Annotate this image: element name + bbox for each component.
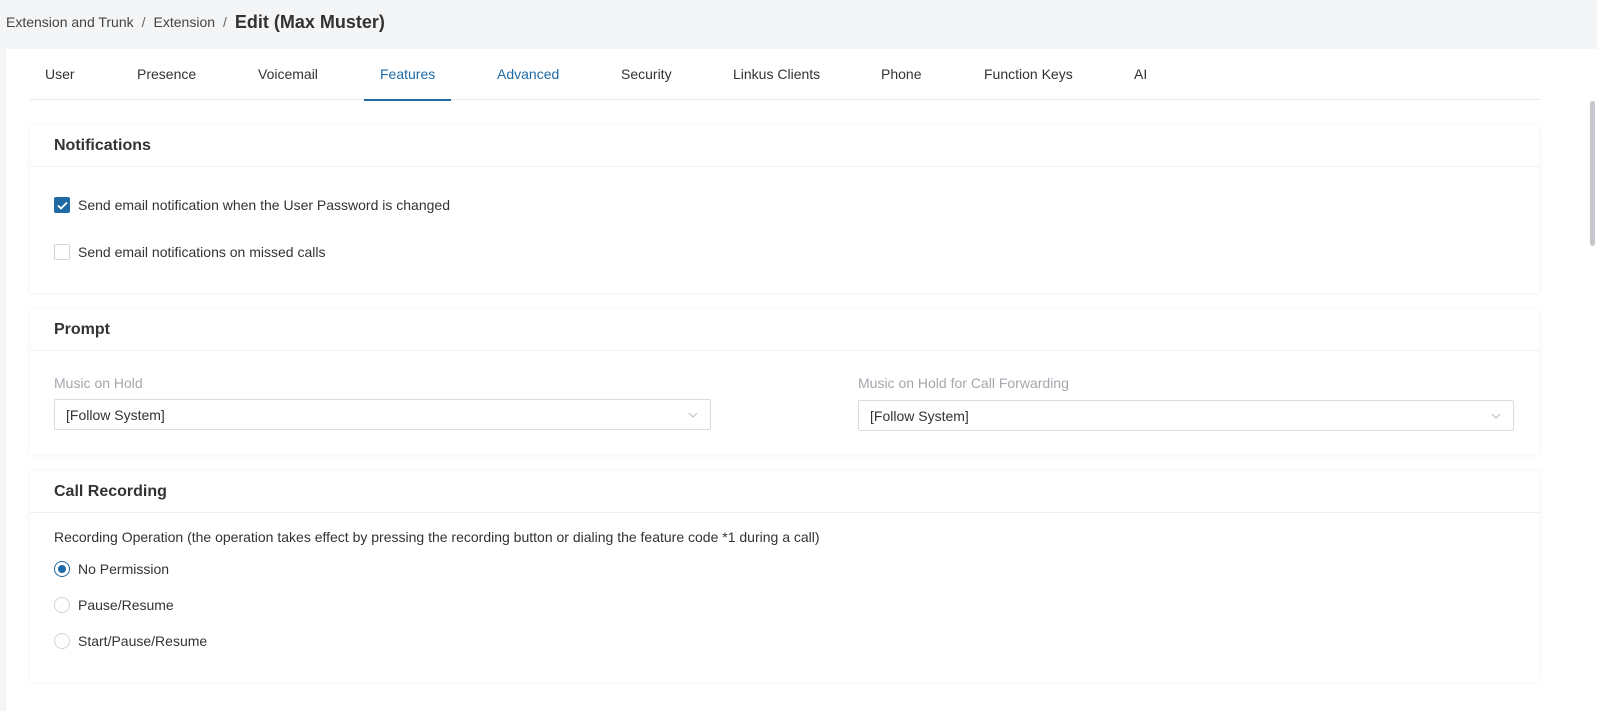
pause-resume-label: Pause/Resume [78, 597, 174, 613]
start-pause-resume-radio[interactable] [54, 633, 70, 649]
prompt-card: Prompt Music on Hold [Follow System] Mus… [30, 309, 1539, 454]
checkmark-icon [56, 201, 68, 210]
call-recording-title: Call Recording [54, 482, 167, 500]
recording-option-no-permission[interactable]: No Permission [54, 561, 169, 577]
start-pause-resume-label: Start/Pause/Resume [78, 633, 208, 649]
password-change-notification-option[interactable]: Send email notification when the User Pa… [54, 197, 450, 213]
tab-user[interactable]: User [45, 49, 75, 100]
notifications-title: Notifications [54, 136, 151, 154]
recording-operation-description: Recording Operation (the operation takes… [54, 529, 820, 545]
scrollbar-thumb[interactable] [1590, 101, 1595, 246]
missed-calls-notification-label: Send email notifications on missed calls [78, 244, 326, 260]
notifications-card: Notifications Send email notification wh… [30, 125, 1539, 293]
password-change-notification-checkbox[interactable] [54, 197, 70, 213]
prompt-title: Prompt [54, 320, 110, 338]
tab-voicemail[interactable]: Voicemail [258, 49, 318, 100]
no-permission-radio[interactable] [54, 561, 70, 577]
tab-advanced[interactable]: Advanced [497, 49, 559, 100]
breadcrumb-extension-and-trunk[interactable]: Extension and Trunk [6, 14, 134, 30]
music-on-hold-forwarding-label: Music on Hold for Call Forwarding [858, 375, 1069, 391]
password-change-notification-label: Send email notification when the User Pa… [78, 197, 450, 213]
missed-calls-notification-option[interactable]: Send email notifications on missed calls [54, 244, 325, 260]
tab-security[interactable]: Security [621, 49, 672, 100]
tab-bar: User Presence Voicemail Features Advance… [30, 49, 1540, 101]
breadcrumb-separator: / [223, 14, 227, 30]
tab-features[interactable]: Features [363, 49, 452, 101]
music-on-hold-select[interactable]: [Follow System] [54, 399, 711, 430]
pause-resume-radio[interactable] [54, 597, 70, 613]
call-recording-card: Call Recording Recording Operation (the … [30, 471, 1539, 682]
notifications-header: Notifications [30, 125, 1539, 167]
no-permission-label: No Permission [78, 561, 170, 577]
music-on-hold-forwarding-select[interactable]: [Follow System] [858, 400, 1514, 431]
tab-linkus-clients[interactable]: Linkus Clients [733, 49, 820, 100]
tab-phone[interactable]: Phone [881, 49, 921, 100]
chevron-down-icon [688, 412, 698, 418]
call-recording-header: Call Recording [30, 471, 1539, 513]
tab-presence[interactable]: Presence [137, 49, 196, 100]
missed-calls-notification-checkbox[interactable] [54, 244, 70, 260]
breadcrumb-extension[interactable]: Extension [154, 14, 215, 30]
vertical-scrollbar[interactable] [1589, 49, 1597, 711]
chevron-down-icon [1491, 413, 1501, 419]
recording-option-pause-resume[interactable]: Pause/Resume [54, 597, 174, 613]
main-content: User Presence Voicemail Features Advance… [6, 49, 1597, 711]
recording-option-start-pause-resume[interactable]: Start/Pause/Resume [54, 633, 207, 649]
breadcrumb-separator: / [141, 14, 146, 30]
music-on-hold-forwarding-value: [Follow System] [870, 407, 969, 424]
prompt-header: Prompt [30, 309, 1539, 351]
music-on-hold-label: Music on Hold [54, 375, 143, 391]
music-on-hold-value: [Follow System] [66, 406, 165, 423]
tab-function-keys[interactable]: Function Keys [984, 49, 1073, 100]
page-title: Edit (Max Muster) [234, 11, 385, 32]
breadcrumb: Extension and Trunk / Extension / Edit (… [6, 10, 385, 34]
tab-ai[interactable]: AI [1134, 49, 1147, 100]
